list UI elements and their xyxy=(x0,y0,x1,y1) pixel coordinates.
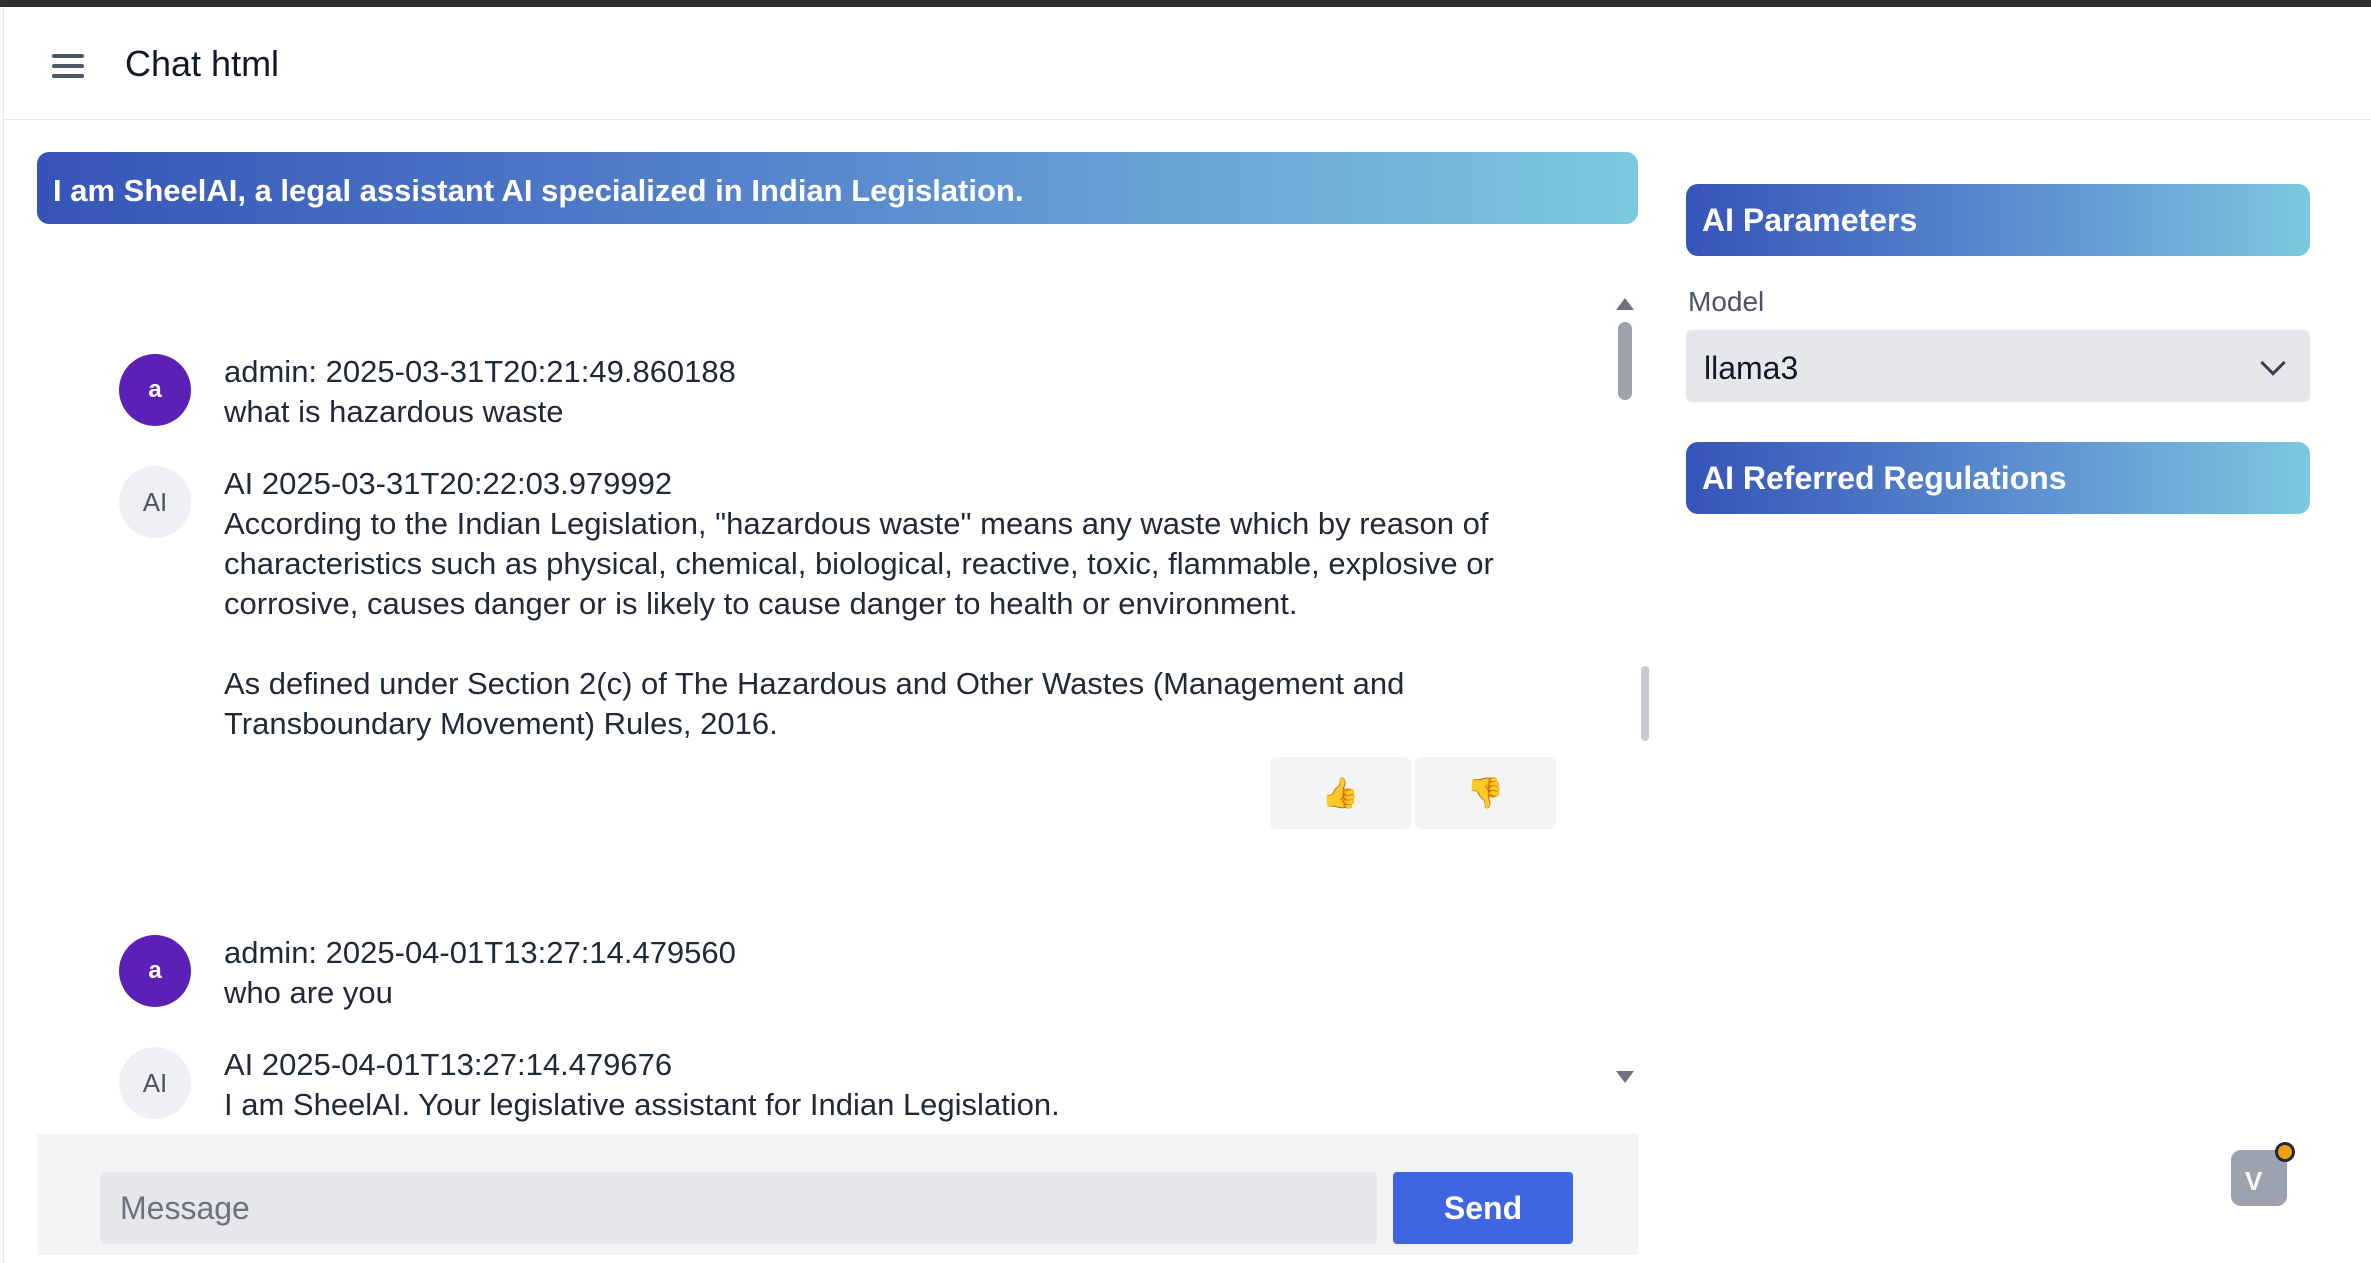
message-input[interactable] xyxy=(100,1172,1377,1244)
message-user: a admin: 2025-03-31T20:21:49.860188 what… xyxy=(119,354,736,432)
message-text: what is hazardous waste xyxy=(224,394,564,429)
notification-dot xyxy=(2275,1142,2295,1162)
window-top-strip xyxy=(0,0,2371,7)
assistant-banner: I am SheelAI, a legal assistant AI speci… xyxy=(37,152,1638,224)
model-value: llama3 xyxy=(1704,350,1799,386)
message-text: According to the Indian Legislation, "ha… xyxy=(224,506,1494,741)
chevron-down-icon xyxy=(2260,350,2286,376)
scroll-up-arrow-icon[interactable] xyxy=(1616,298,1634,310)
user-avatar: a xyxy=(119,935,191,1007)
message-composer: Send xyxy=(37,1134,1638,1255)
app-header: Chat html xyxy=(3,7,2371,120)
message-user: a admin: 2025-04-01T13:27:14.479560 who … xyxy=(119,935,736,1013)
message-meta: AI 2025-04-01T13:27:14.479676 xyxy=(224,1047,673,1082)
model-label: Model xyxy=(1688,286,1765,317)
message-meta: admin: 2025-04-01T13:27:14.479560 xyxy=(224,935,736,970)
message-text: who are you xyxy=(224,975,393,1010)
feedback-group: 👍 👎 xyxy=(1270,757,1556,829)
model-select[interactable]: llama3 xyxy=(1686,330,2310,402)
user-avatar: a xyxy=(119,354,191,426)
message-scrollbar[interactable] xyxy=(1612,298,1636,1098)
page-scrollbar[interactable] xyxy=(1641,666,1649,741)
message-ai: AI AI 2025-03-31T20:22:03.979992 Accordi… xyxy=(119,466,1494,744)
message-meta: AI 2025-03-31T20:22:03.979992 xyxy=(224,466,673,501)
thumbs-up-button[interactable]: 👍 xyxy=(1270,757,1411,829)
ai-referred-regulations-header[interactable]: AI Referred Regulations xyxy=(1686,442,2310,514)
right-sidebar: AI Parameters Model llama3 AI Referred R… xyxy=(1654,120,2371,1263)
send-button[interactable]: Send xyxy=(1393,1172,1573,1244)
chat-panel: I am SheelAI, a legal assistant AI speci… xyxy=(37,152,1657,1255)
chat-area: I am SheelAI, a legal assistant AI speci… xyxy=(3,120,1657,1263)
message-text: I am SheelAI. Your legislative assistant… xyxy=(224,1087,1060,1122)
ai-avatar: AI xyxy=(119,1047,191,1119)
floating-widget-icon[interactable]: V xyxy=(2231,1142,2295,1206)
ai-parameters-header[interactable]: AI Parameters xyxy=(1686,184,2310,256)
message-list[interactable]: a admin: 2025-03-31T20:21:49.860188 what… xyxy=(37,248,1638,1134)
scroll-down-arrow-icon[interactable] xyxy=(1616,1071,1634,1083)
message-meta: admin: 2025-03-31T20:21:49.860188 xyxy=(224,354,736,389)
app-title: Chat html xyxy=(125,43,280,84)
scroll-thumb[interactable] xyxy=(1618,322,1632,400)
hamburger-menu-icon[interactable] xyxy=(48,48,88,84)
thumbs-down-button[interactable]: 👎 xyxy=(1415,757,1556,829)
ai-avatar: AI xyxy=(119,466,191,538)
message-ai: AI AI 2025-04-01T13:27:14.479676 I am Sh… xyxy=(119,1047,1060,1125)
